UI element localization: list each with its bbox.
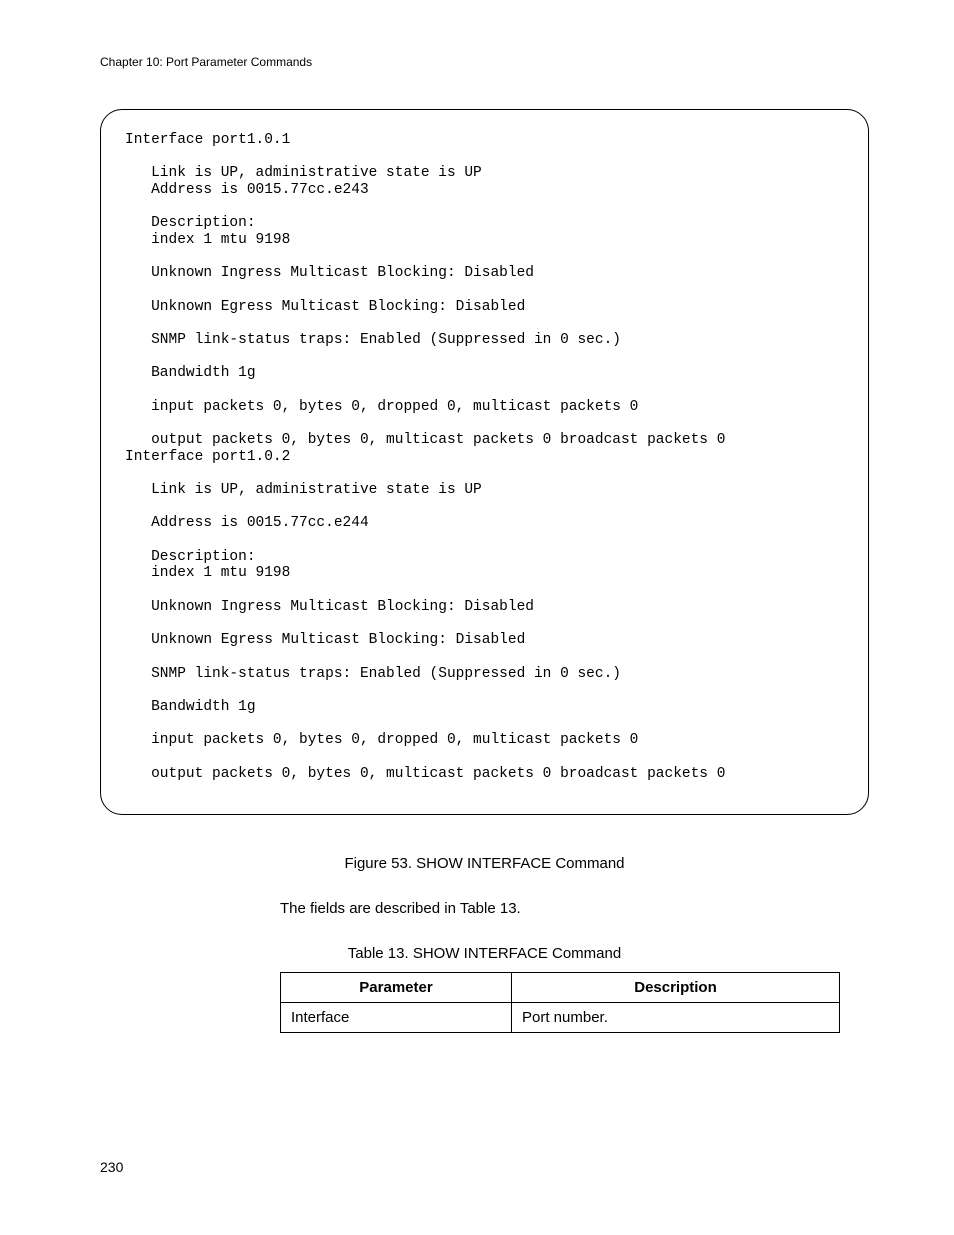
figure-caption: Figure 53. SHOW INTERFACE Command <box>100 855 869 872</box>
table-cell-parameter: Interface <box>281 1003 512 1033</box>
parameter-table: Parameter Description Interface Port num… <box>280 972 840 1033</box>
body-paragraph: The fields are described in Table 13. <box>100 900 869 917</box>
chapter-header: Chapter 10: Port Parameter Commands <box>100 55 869 69</box>
table-header-description: Description <box>512 973 840 1003</box>
table-row: Interface Port number. <box>281 1003 840 1033</box>
code-output-block: Interface port1.0.1 Link is UP, administ… <box>100 109 869 815</box>
table-caption: Table 13. SHOW INTERFACE Command <box>100 945 869 962</box>
table-header-parameter: Parameter <box>281 973 512 1003</box>
page-number: 230 <box>100 1159 123 1175</box>
table-cell-description: Port number. <box>512 1003 840 1033</box>
table-header-row: Parameter Description <box>281 973 840 1003</box>
